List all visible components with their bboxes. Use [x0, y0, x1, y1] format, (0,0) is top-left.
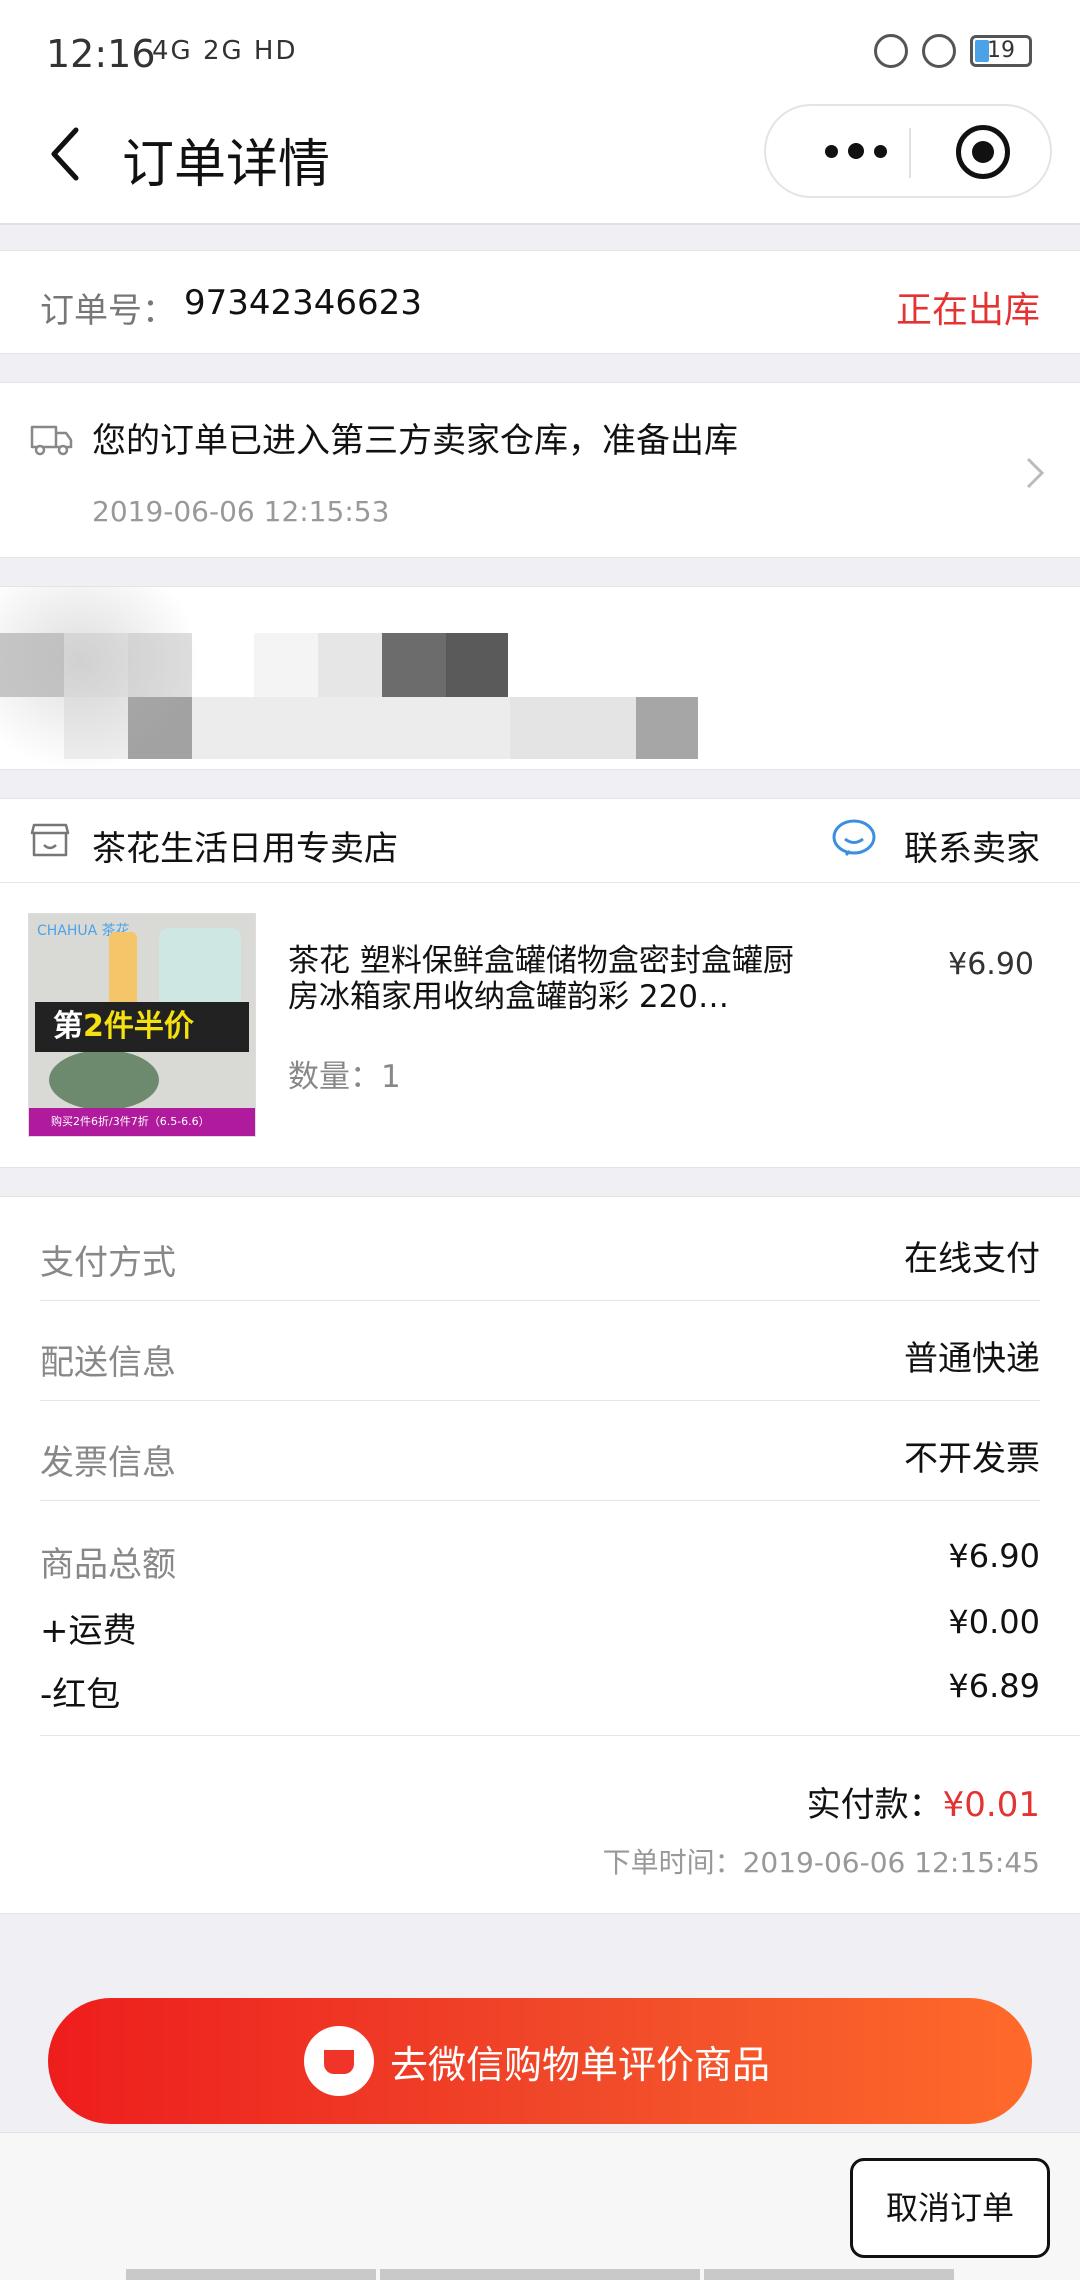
truck-icon — [30, 425, 73, 456]
row-value: 不开发票 — [904, 1439, 1040, 1479]
status-bar: 12:16 4G 2G HD 19 — [0, 0, 1080, 100]
redacted-block — [192, 697, 510, 759]
amount-value: ¥0.00 — [948, 1603, 1040, 1641]
product-price: ¥6.90 — [948, 947, 1034, 982]
delivery-info-row: 配送信息 普通快递 — [40, 1301, 1040, 1401]
scroll-indicator — [380, 2269, 700, 2280]
shop-name: 茶花生活日用专卖店 — [92, 829, 398, 869]
goods-total-row: 商品总额 ¥6.90 — [40, 1537, 1040, 1597]
review-products-button[interactable]: 去微信购物单评价商品 — [48, 1998, 1032, 2124]
redacted-block — [510, 697, 636, 759]
order-status-badge: 正在出库 — [895, 290, 1040, 331]
order-number-label: 订单号： — [40, 291, 176, 331]
row-label: 支付方式 — [40, 1243, 176, 1283]
chevron-right-icon — [1026, 457, 1045, 489]
invoice-info-row: 发票信息 不开发票 — [40, 1401, 1040, 1501]
redacted-smear — [0, 587, 200, 769]
page-title: 订单详情 — [122, 135, 331, 195]
product-image-bowl — [49, 1050, 159, 1110]
divider — [40, 1735, 1080, 1736]
redacted-block — [382, 633, 446, 697]
amount-label: 商品总额 — [40, 1545, 176, 1585]
signal-indicators: 4G 2G HD — [152, 36, 298, 66]
lock-icon — [874, 34, 908, 68]
back-arrow-icon[interactable] — [46, 124, 86, 184]
paid-amount: ¥0.01 — [942, 1785, 1040, 1825]
review-button-label: 去微信购物单评价商品 — [390, 2043, 771, 2087]
order-number-card: 订单号： 97342346623 正在出库 — [0, 250, 1080, 354]
scroll-indicator — [126, 2269, 376, 2280]
paid-total: 实付款：¥0.01 — [807, 1777, 1040, 1826]
status-time: 12:16 — [46, 32, 156, 76]
row-value: 普通快递 — [904, 1339, 1040, 1379]
product-image-bottle — [109, 932, 137, 1012]
shopping-bag-icon — [304, 2026, 374, 2096]
red-packet-row: -红包 ¥6.89 — [40, 1667, 1040, 1727]
logistics-time: 2019-06-06 12:15:53 — [92, 495, 390, 528]
product-image[interactable]: CHAHUA 茶花 第2件半价 购买2件6折/3件7折（6.5-6.6） — [28, 913, 256, 1137]
status-icons: 19 — [874, 34, 1032, 68]
shop-row[interactable]: 茶花生活日用专卖店 联系卖家 — [0, 799, 1080, 883]
chat-bubble-icon[interactable] — [830, 817, 878, 861]
row-label: 发票信息 — [40, 1443, 176, 1483]
alarm-icon — [922, 34, 956, 68]
product-card: 茶花生活日用专卖店 联系卖家 CHAHUA 茶花 第2件半价 购买2件6折/3件… — [0, 798, 1080, 1168]
product-name[interactable]: 茶花 塑料保鲜盒罐储物盒密封盒罐厨房冰箱家用收纳盒罐韵彩 220… — [288, 943, 808, 1015]
amount-value: ¥6.90 — [948, 1537, 1040, 1575]
redacted-block — [636, 697, 698, 759]
shop-icon — [30, 823, 70, 857]
order-time: 下单时间：2019-06-06 12:15:45 — [602, 1846, 1040, 1879]
shipping-fee-row: +运费 ¥0.00 — [40, 1603, 1040, 1663]
close-mini-program-icon[interactable] — [956, 125, 1010, 179]
more-menu-icon[interactable] — [806, 106, 906, 196]
payment-info-card: 支付方式 在线支付 配送信息 普通快递 发票信息 不开发票 商品总额 ¥6.90… — [0, 1196, 1080, 1914]
product-quantity: 数量：1 — [288, 1059, 401, 1095]
battery-icon: 19 — [970, 35, 1032, 67]
product-image-banner: 第2件半价 — [35, 1002, 249, 1052]
cancel-order-button[interactable]: 取消订单 — [850, 2158, 1050, 2258]
capsule-divider — [909, 128, 911, 178]
amount-value: ¥6.89 — [948, 1667, 1040, 1705]
redacted-block — [318, 633, 382, 697]
banner-number: 2 — [83, 1009, 104, 1044]
amount-label: +运费 — [40, 1611, 137, 1651]
paid-label: 实付款： — [806, 1785, 943, 1825]
contact-seller-button[interactable]: 联系卖家 — [904, 821, 1040, 870]
banner-prefix: 第 — [53, 1009, 83, 1044]
amount-label: -红包 — [40, 1675, 121, 1715]
order-number: 97342346623 — [184, 283, 422, 323]
mini-program-capsule — [764, 104, 1052, 198]
redacted-block — [446, 633, 508, 697]
logistics-card[interactable]: 您的订单已进入第三方卖家仓库，准备出库 2019-06-06 12:15:53 — [0, 382, 1080, 558]
nav-bar: 订单详情 — [0, 100, 1080, 225]
redacted-block — [254, 633, 318, 697]
product-image-footer: 购买2件6折/3件7折（6.5-6.6） — [29, 1108, 255, 1136]
bottom-action-bar: 取消订单 — [0, 2132, 1080, 2280]
payment-method-row: 支付方式 在线支付 — [40, 1201, 1040, 1301]
scroll-indicator — [704, 2269, 954, 2280]
row-value: 在线支付 — [904, 1239, 1040, 1279]
banner-suffix: 件半价 — [103, 1009, 194, 1044]
logistics-message: 您的订单已进入第三方卖家仓库，准备出库 — [92, 421, 738, 461]
address-card-redacted[interactable] — [0, 586, 1080, 770]
row-label: 配送信息 — [40, 1343, 176, 1383]
battery-level: 19 — [987, 38, 1015, 63]
